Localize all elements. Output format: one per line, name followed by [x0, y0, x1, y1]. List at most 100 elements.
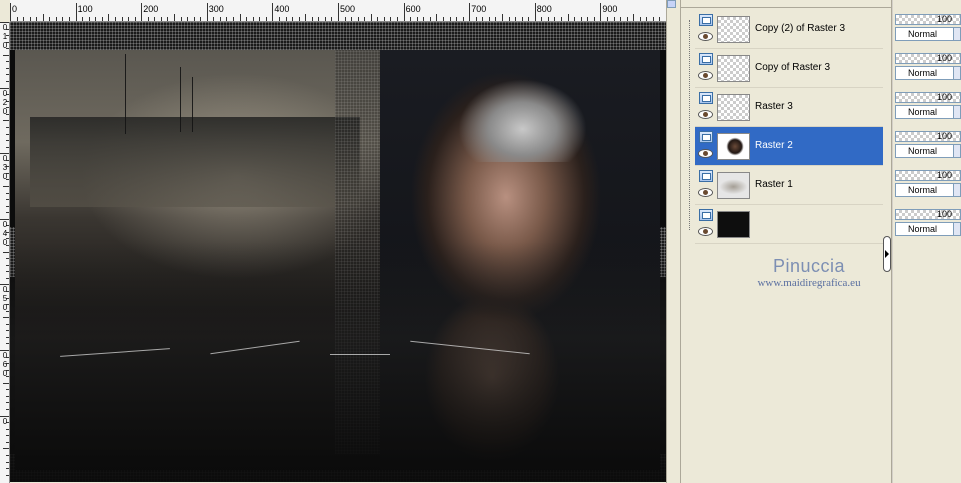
opacity-slider[interactable]: 100 [895, 131, 961, 142]
ruler-tick [6, 126, 9, 128]
ruler-tick [6, 140, 9, 142]
eye-icon[interactable] [698, 149, 713, 158]
eye-icon[interactable] [698, 32, 713, 41]
ruler-tick [344, 17, 346, 21]
ruler-tick [351, 17, 353, 21]
ruler-tick [6, 435, 9, 437]
ruler-tick [226, 17, 228, 21]
harbor-boats [30, 117, 360, 207]
eye-icon[interactable] [698, 71, 713, 80]
layers-list: Copy (2) of Raster 3 Copy of Raster 3 Rast… [695, 10, 883, 244]
scroll-arrow-icon[interactable] [667, 0, 676, 8]
opacity-slider[interactable]: 100 [895, 92, 961, 103]
ruler-tick [462, 17, 464, 21]
ruler-tick [95, 17, 97, 21]
ruler-tick [206, 3, 208, 21]
ruler-tick [331, 17, 333, 21]
raster-layer-icon[interactable] [699, 53, 713, 65]
ruler-tick [442, 17, 444, 21]
ruler-tick [515, 17, 517, 21]
opacity-slider[interactable]: 100 [895, 53, 961, 64]
layer-row[interactable]: Raster 3 [695, 88, 883, 127]
raster-layer-icon[interactable] [699, 131, 713, 143]
opacity-slider[interactable]: 100 [895, 170, 961, 181]
ruler-label: 1 [2, 32, 8, 41]
watermark-name: Pinuccia [772, 256, 846, 276]
ruler-tick [16, 17, 18, 21]
chevron-right-icon[interactable] [883, 236, 891, 272]
ruler-tick [416, 17, 418, 21]
blend-mode-select[interactable]: Normal [895, 66, 961, 80]
layer-row[interactable]: Raster 1 [695, 166, 883, 205]
opacity-slider[interactable]: 100 [895, 209, 961, 220]
layer-tree-line [689, 20, 690, 230]
ruler-label: 0 [2, 237, 8, 247]
ruler-tick [6, 409, 9, 411]
ruler-label: 5 [2, 294, 8, 304]
ruler-label: 400 [274, 4, 290, 14]
raster-layer-icon[interactable] [699, 92, 713, 104]
opacity-slider[interactable]: 100 [895, 14, 961, 25]
ruler-tick [6, 133, 9, 135]
boat-mast [192, 77, 193, 132]
layer-row[interactable] [695, 205, 883, 244]
ruler-tick [3, 120, 9, 122]
layer-properties-row: 100 Normal [895, 205, 961, 244]
blend-mode-select[interactable]: Normal [895, 183, 961, 197]
image-canvas-area: 0 100 200 300 400 500 600 700 800 900 01002003004… [0, 0, 676, 483]
image-canvas[interactable] [10, 22, 666, 482]
ruler-label: 0 [2, 88, 8, 98]
ruler-tick [357, 17, 359, 21]
ruler-tick [6, 454, 9, 456]
ruler-label: 4 [2, 228, 8, 238]
blend-mode-select[interactable]: Normal [895, 27, 961, 41]
ruler-tick [639, 17, 641, 21]
ruler-tick [6, 343, 9, 345]
portrait-hair [445, 52, 600, 162]
ruler-tick [75, 3, 77, 21]
blend-mode-select[interactable]: Normal [895, 144, 961, 158]
ruler-tick [613, 17, 615, 21]
layer-properties-row: 100 Normal [895, 10, 961, 49]
eye-icon[interactable] [698, 227, 713, 236]
layer-row[interactable]: Copy of Raster 3 [695, 49, 883, 88]
raster-layer-icon[interactable] [699, 170, 713, 182]
layer-row[interactable]: Copy (2) of Raster 3 [695, 10, 883, 49]
blend-mode-select[interactable]: Normal [895, 105, 961, 119]
raster-layer-icon[interactable] [699, 209, 713, 221]
ruler-tick [6, 402, 9, 404]
raster-layer-icon[interactable] [699, 14, 713, 26]
ruler-tick [3, 382, 9, 384]
ruler-tick [6, 61, 9, 63]
eye-icon[interactable] [698, 188, 713, 197]
ruler-tick [6, 67, 9, 69]
ruler-tick [239, 14, 241, 21]
ruler-tick [488, 17, 490, 21]
ruler-label: 0 [2, 351, 8, 360]
ruler-tick [6, 81, 9, 83]
ruler-tick [541, 17, 543, 21]
ruler-tick [508, 17, 510, 21]
ruler-tick [652, 17, 654, 21]
ruler-label: 900 [602, 4, 618, 14]
ruler-tick [324, 17, 326, 21]
ruler-tick [62, 17, 64, 21]
ruler-tick [6, 323, 9, 325]
ruler-tick [423, 17, 425, 21]
ruler-tick [410, 17, 412, 21]
ruler-label: 0 [2, 154, 8, 164]
ruler-tick [6, 277, 9, 279]
layer-row[interactable]: Raster 2 [695, 127, 883, 166]
ruler-tick [265, 17, 267, 21]
blend-mode-select[interactable]: Normal [895, 222, 961, 236]
ruler-tick [82, 17, 84, 21]
vertical-scrollbar[interactable] [666, 0, 676, 483]
layer-name: Raster 3 [755, 101, 793, 112]
ruler-tick [292, 17, 294, 21]
eye-icon[interactable] [698, 110, 713, 119]
ruler-tick [193, 17, 195, 21]
ruler-tick [338, 3, 339, 21]
ruler-tick [580, 17, 582, 21]
ruler-tick [3, 54, 9, 56]
ruler-tick [620, 17, 622, 21]
